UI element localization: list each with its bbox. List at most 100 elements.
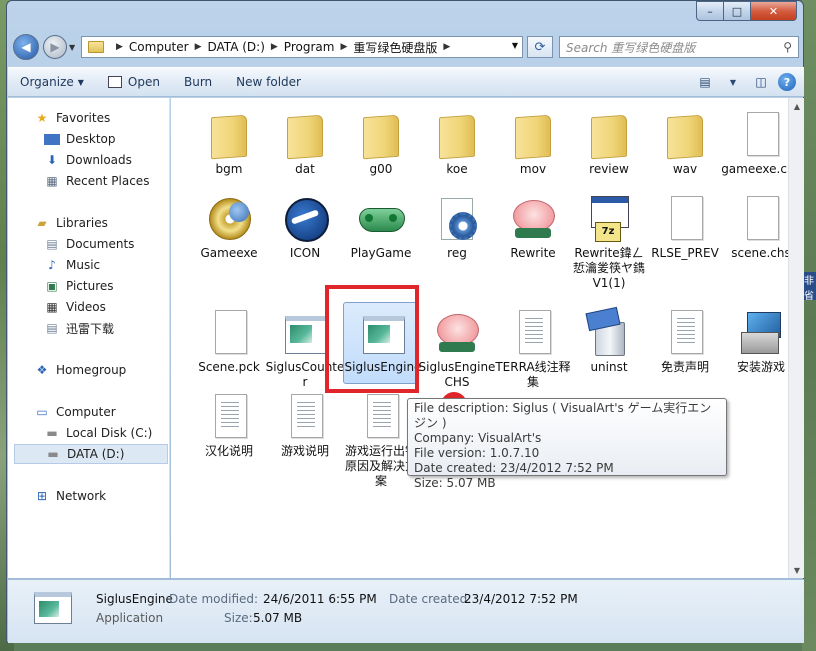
open-icon bbox=[107, 76, 122, 88]
file-item-rewrite-installer[interactable]: Rewrite鍏ㄥ悊瀹夎筷ヤ鐫V1(1) bbox=[569, 194, 649, 291]
drive-c-icon: ▬ bbox=[46, 426, 58, 440]
refresh-icon: ⟳ bbox=[534, 39, 546, 55]
nav-label: Network bbox=[56, 489, 107, 503]
recent-pages-dropdown[interactable]: ▼ bbox=[69, 43, 75, 52]
file-item-icon[interactable]: ICON bbox=[265, 194, 345, 261]
folder-icon bbox=[661, 110, 709, 158]
pictures-icon: ▣ bbox=[46, 279, 58, 293]
forward-button[interactable]: ▶ bbox=[43, 35, 67, 59]
file-item-review[interactable]: review bbox=[569, 110, 649, 177]
text-document-icon bbox=[281, 392, 329, 440]
desktop-icon bbox=[44, 133, 60, 145]
homegroup-icon: ❖ bbox=[36, 363, 48, 377]
tooltip-date-created: Date created: 23/4/2012 7:52 PM bbox=[414, 461, 614, 475]
file-item-rewrite[interactable]: Rewrite bbox=[493, 194, 573, 261]
new-folder-button[interactable]: New folder bbox=[224, 70, 313, 94]
organize-button[interactable]: Organize ▼ bbox=[8, 70, 96, 94]
breadcrumb-computer[interactable]: Computer bbox=[129, 40, 189, 54]
file-item-rlse-prev[interactable]: RLSE_PREV bbox=[645, 194, 725, 261]
xunlei-icon: ▤ bbox=[46, 321, 58, 335]
nav-favorites[interactable]: ★ Favorites bbox=[34, 108, 111, 128]
nav-label: Computer bbox=[56, 405, 116, 419]
file-item-scene-pck[interactable]: Scene.pck bbox=[189, 308, 269, 375]
vertical-scrollbar[interactable]: ▲ ▼ bbox=[788, 98, 804, 578]
new-folder-label: New folder bbox=[236, 75, 301, 89]
navigation-bar: ◀ ▶ ▼ ▶ Computer ▶ DATA (D:) ▶ Program ▶… bbox=[7, 31, 805, 65]
file-item-bgm[interactable]: bgm bbox=[189, 110, 269, 177]
chevron-down-icon[interactable]: ▼ bbox=[512, 41, 518, 50]
nav-computer[interactable]: ▭ Computer bbox=[34, 402, 116, 422]
nav-libraries[interactable]: ▰ Libraries bbox=[34, 213, 107, 233]
file-item-disclaimer[interactable]: 免责声明 bbox=[645, 308, 725, 375]
chevron-right-icon[interactable]: ▶ bbox=[195, 42, 202, 52]
details-size-label: Size: bbox=[224, 611, 253, 625]
close-button[interactable]: ✕ bbox=[751, 1, 797, 21]
installer-icon bbox=[585, 194, 633, 242]
details-size-value: 5.07 MB bbox=[253, 611, 303, 625]
file-item-wav[interactable]: wav bbox=[645, 110, 725, 177]
maximize-button[interactable]: □ bbox=[724, 1, 751, 21]
file-item-koe[interactable]: koe bbox=[417, 110, 497, 177]
preview-pane-button[interactable]: ◫ bbox=[750, 72, 772, 92]
nav-recent-places[interactable]: ▦ Recent Places bbox=[44, 171, 149, 191]
file-item-terra-notes[interactable]: TERRA线注释集 bbox=[493, 308, 573, 390]
file-item-game-notes[interactable]: 游戏说明 bbox=[265, 392, 345, 459]
nav-label: Videos bbox=[66, 300, 106, 314]
organize-label: Organize bbox=[20, 75, 74, 89]
text-document-icon bbox=[205, 392, 253, 440]
burn-label: Burn bbox=[183, 75, 213, 89]
folder-icon bbox=[281, 110, 329, 158]
uninstall-icon bbox=[585, 308, 633, 356]
nav-music[interactable]: ♪ Music bbox=[44, 255, 100, 275]
document-icon bbox=[205, 308, 253, 356]
search-input[interactable]: Search 重写绿色硬盘版 ⚲ bbox=[559, 36, 799, 58]
file-item-uninst[interactable]: uninst bbox=[569, 308, 649, 375]
address-bar[interactable]: ▶ Computer ▶ DATA (D:) ▶ Program ▶ 重写绿色硬… bbox=[81, 36, 523, 58]
minimize-button[interactable]: – bbox=[696, 1, 724, 21]
nav-documents[interactable]: ▤ Documents bbox=[44, 234, 134, 254]
application-icon bbox=[34, 592, 72, 624]
scroll-down-arrow-icon[interactable]: ▼ bbox=[789, 562, 805, 578]
breadcrumb-program[interactable]: Program bbox=[284, 40, 335, 54]
chevron-right-icon[interactable]: ▶ bbox=[116, 42, 123, 52]
folder-icon bbox=[585, 110, 633, 158]
chevron-right-icon[interactable]: ▶ bbox=[443, 42, 450, 52]
file-item-g00[interactable]: g00 bbox=[341, 110, 421, 177]
nav-label: Recent Places bbox=[66, 174, 150, 188]
scroll-up-arrow-icon[interactable]: ▲ bbox=[789, 98, 805, 114]
nav-videos[interactable]: ▦ Videos bbox=[44, 297, 106, 317]
file-item-localization-notes[interactable]: 汉化说明 bbox=[189, 392, 269, 459]
preview-pane-icon: ◫ bbox=[755, 75, 767, 89]
details-pane: SiglusEngine Application Date modified: … bbox=[8, 579, 804, 643]
file-item-gameexe[interactable]: Gameexe bbox=[189, 194, 269, 261]
back-button[interactable]: ◀ bbox=[13, 34, 39, 60]
text-document-icon bbox=[661, 308, 709, 356]
chevron-right-icon[interactable]: ▶ bbox=[340, 42, 347, 52]
breadcrumb-data-drive[interactable]: DATA (D:) bbox=[208, 40, 265, 54]
nav-network[interactable]: ⊞ Network bbox=[34, 486, 106, 506]
file-item-siglusenginechs[interactable]: SiglusEngineCHS bbox=[417, 308, 497, 390]
file-item-reg[interactable]: reg bbox=[417, 194, 497, 261]
nav-local-disk-c[interactable]: ▬ Local Disk (C:) bbox=[44, 423, 152, 443]
view-dropdown[interactable]: ▼ bbox=[722, 72, 744, 92]
burn-button[interactable]: Burn bbox=[172, 70, 224, 94]
file-item-mov[interactable]: mov bbox=[493, 110, 573, 177]
nav-data-disk-d[interactable]: ▬ DATA (D:) bbox=[14, 444, 168, 464]
open-button[interactable]: Open bbox=[96, 70, 172, 94]
nav-label: Music bbox=[66, 258, 101, 272]
file-item-playgame[interactable]: PlayGame bbox=[341, 194, 421, 261]
application-icon bbox=[281, 308, 329, 356]
nav-pictures[interactable]: ▣ Pictures bbox=[44, 276, 113, 296]
navigation-pane: ★ Favorites Desktop ⬇ Downloads ▦ Recent… bbox=[8, 98, 170, 578]
nav-xunlei-downloads[interactable]: ▤ 迅雷下载 bbox=[44, 318, 114, 338]
search-icon[interactable]: ⚲ bbox=[783, 40, 792, 54]
file-item-dat[interactable]: dat bbox=[265, 110, 345, 177]
breadcrumb-current-folder[interactable]: 重写绿色硬盘版 bbox=[353, 39, 437, 56]
help-button[interactable]: ? bbox=[778, 73, 796, 91]
chevron-right-icon[interactable]: ▶ bbox=[271, 42, 278, 52]
view-options-button[interactable]: ▤ bbox=[694, 72, 716, 92]
nav-homegroup[interactable]: ❖ Homegroup bbox=[34, 360, 127, 380]
nav-downloads[interactable]: ⬇ Downloads bbox=[44, 150, 132, 170]
refresh-button[interactable]: ⟳ bbox=[527, 36, 553, 58]
nav-desktop[interactable]: Desktop bbox=[44, 129, 116, 149]
